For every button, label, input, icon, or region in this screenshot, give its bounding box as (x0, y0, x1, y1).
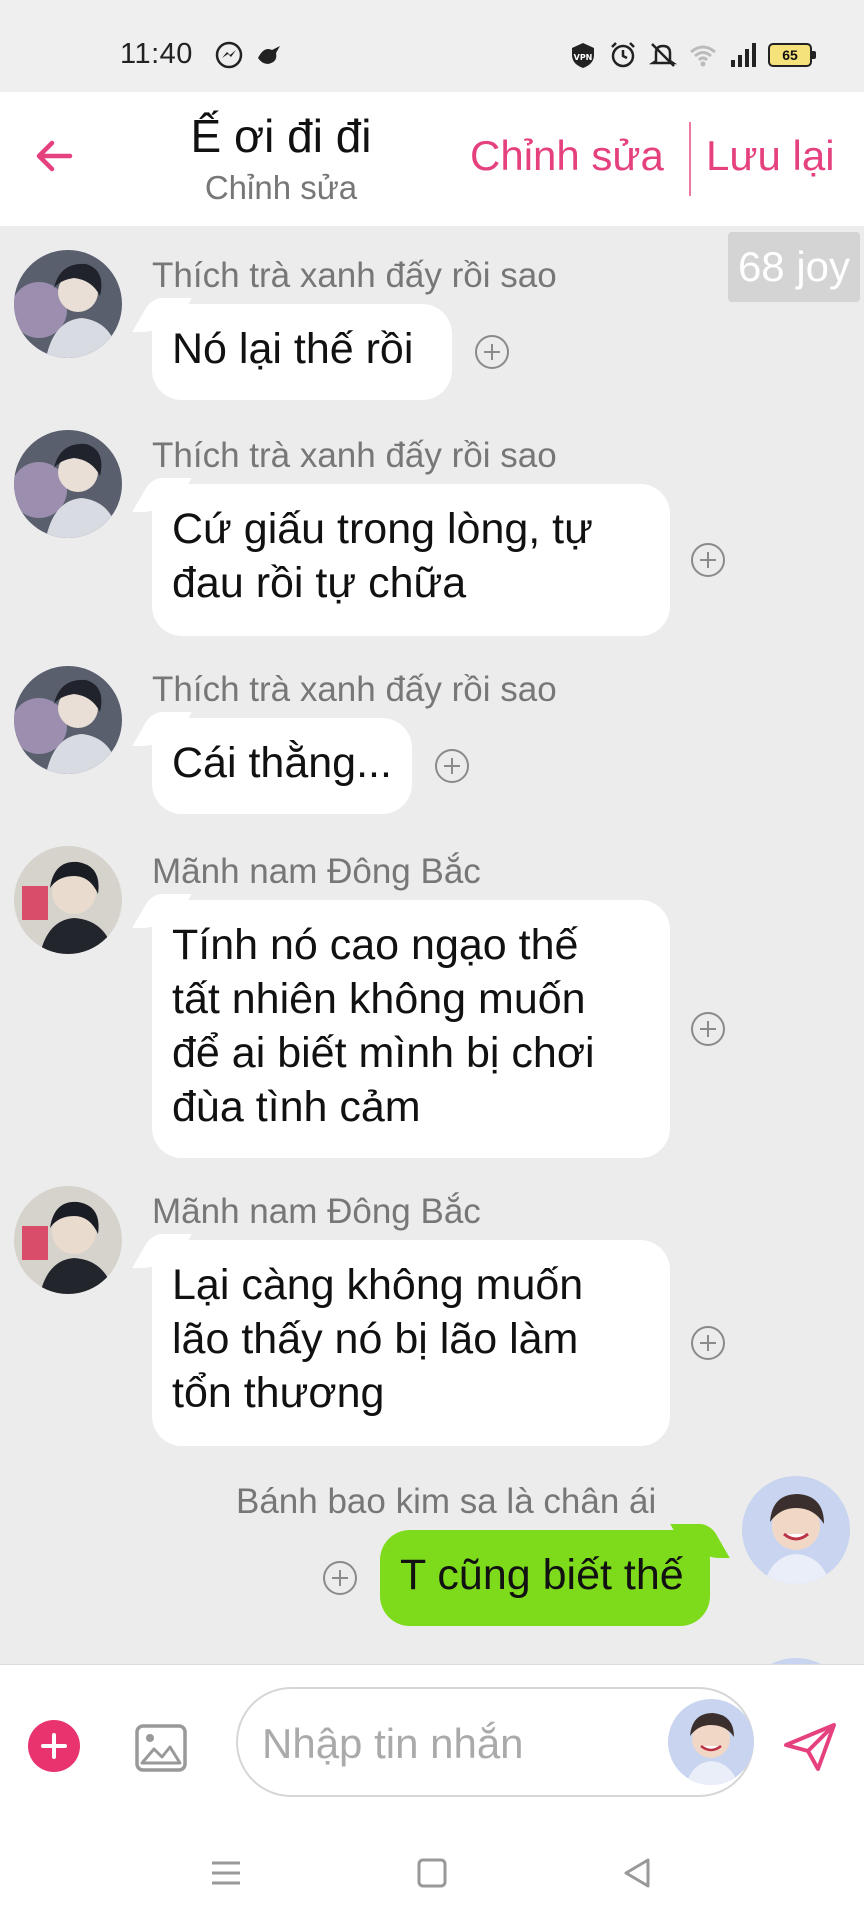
arrow-left-icon (36, 140, 73, 172)
sender-name: Thích trà xanh đấy rồi sao (152, 256, 557, 295)
header: Ế ơi đi đi Chỉnh sửa Chỉnh sửa Lưu lại (0, 92, 864, 226)
avatar[interactable] (14, 846, 122, 954)
message-text-line: Tính nó cao ngạo thế (172, 921, 579, 969)
wifi-icon (690, 45, 716, 67)
image-icon[interactable] (134, 1723, 188, 1773)
avatar[interactable] (14, 430, 122, 538)
menu-icon[interactable] (208, 1856, 244, 1890)
message-text-line: đau rồi tự chữa (172, 559, 467, 607)
add-reaction-button[interactable] (323, 1561, 357, 1595)
message-bubble[interactable]: Cứ giấu trong lòng, tự đau rồi tự chữa (152, 484, 670, 636)
avatar-image (14, 430, 122, 538)
message-bubble[interactable]: Nó lại thế rồi (152, 304, 452, 400)
message-bubble[interactable]: T cũng biết thế (380, 1530, 710, 1626)
back-icon[interactable] (620, 1856, 656, 1890)
add-reaction-button[interactable] (691, 1326, 725, 1360)
message-text: Nó lại thế rồi (172, 325, 414, 373)
avatar[interactable] (14, 1186, 122, 1294)
send-icon[interactable] (782, 1721, 838, 1773)
alarm-icon (611, 42, 635, 68)
sender-name: Mãnh nam Đông Bắc (152, 1192, 481, 1231)
bird-icon (258, 46, 280, 64)
sender-name: Mãnh nam Đông Bắc (152, 852, 481, 891)
my-avatar[interactable] (742, 1476, 850, 1584)
add-reaction-button[interactable] (691, 543, 725, 577)
messenger-icon (215, 41, 243, 69)
page-subtitle: Chỉnh sửa (204, 169, 358, 206)
message-input[interactable] (262, 1719, 662, 1769)
character-avatar-button[interactable] (668, 1699, 754, 1785)
avatar-image (668, 1699, 754, 1785)
page-title: Ế ơi đi đi (190, 110, 372, 162)
message-text: Cái thằng... (172, 739, 392, 787)
message-bubble[interactable]: Lại càng không muốn lão thấy nó bị lão l… (152, 1240, 670, 1446)
joy-badge: 68 joy (728, 232, 860, 302)
message-text: T cũng biết thế (400, 1551, 684, 1599)
message-text-line: tổn thương (172, 1369, 385, 1417)
navigation-bar (0, 1820, 864, 1920)
chat-area[interactable]: 68 joy Thích trà xanh đấy rồi sao Nó lại… (0, 226, 864, 1664)
message-text-line: đùa tình cảm (172, 1083, 421, 1131)
add-reaction-button[interactable] (475, 335, 509, 369)
message-bubble[interactable]: Tính nó cao ngạo thế tất nhiên không muố… (152, 900, 670, 1158)
add-button[interactable] (28, 1720, 80, 1772)
vpn-icon: VPN (572, 43, 594, 68)
input-bar (0, 1664, 864, 1820)
save-button[interactable]: Lưu lại (706, 132, 835, 180)
avatar-image (14, 250, 122, 358)
avatar[interactable] (14, 250, 122, 358)
battery-icon: 65 (768, 43, 816, 67)
home-icon[interactable] (414, 1856, 450, 1890)
avatar[interactable] (14, 666, 122, 774)
signal-icon (731, 43, 756, 67)
status-time: 11:40 (120, 38, 193, 70)
add-reaction-button[interactable] (435, 749, 469, 783)
title-block: Ế ơi đi đi Chỉnh sửa (150, 106, 412, 210)
sender-name: Thích trà xanh đấy rồi sao (152, 670, 557, 709)
sender-name: Thích trà xanh đấy rồi sao (152, 436, 557, 475)
avatar-image (14, 666, 122, 774)
message-input-container (236, 1687, 754, 1797)
avatar-image (14, 846, 122, 954)
message-text-line: tất nhiên không muốn (172, 975, 586, 1023)
message-text-line: lão thấy nó bị lão làm (172, 1315, 579, 1363)
add-reaction-button[interactable] (691, 1012, 725, 1046)
edit-button[interactable]: Chỉnh sửa (470, 132, 664, 180)
message-text-line: Cứ giấu trong lòng, tự (172, 505, 593, 553)
header-divider (689, 122, 691, 196)
sender-name: Bánh bao kim sa là chân ái (236, 1482, 657, 1521)
svg-text:VPN: VPN (574, 53, 593, 62)
message-bubble[interactable]: Cái thằng... (152, 718, 412, 814)
avatar-image (14, 1186, 122, 1294)
mute-icon (648, 43, 678, 67)
message-text-line: để ai biết mình bị chơi (172, 1029, 595, 1077)
avatar-image (742, 1476, 850, 1584)
back-button[interactable] (28, 130, 80, 182)
status-bar: 11:40 VPN 65 (0, 0, 864, 92)
message-text-line: Lại càng không muốn (172, 1261, 584, 1309)
